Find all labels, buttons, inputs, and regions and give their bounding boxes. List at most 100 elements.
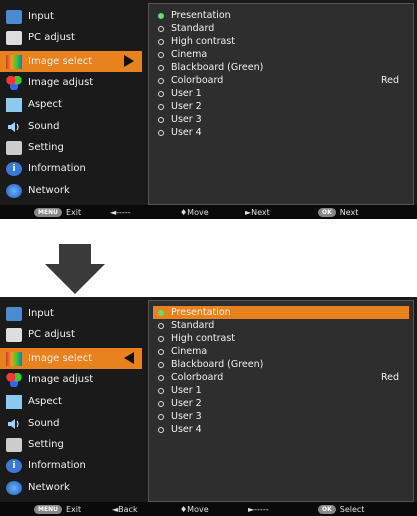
menu-item-information[interactable]: i Information xyxy=(0,158,142,179)
menu-item-information[interactable]: i Information xyxy=(0,455,142,476)
option-colorboard[interactable]: Colorboard Red xyxy=(153,371,409,384)
option-user-2[interactable]: User 2 xyxy=(153,397,409,410)
pc-adjust-icon xyxy=(6,327,22,342)
menu-item-label: Input xyxy=(28,308,54,319)
radio-icon xyxy=(158,77,164,84)
move-label: ♦Move xyxy=(180,504,209,514)
menu-item-sound[interactable]: Sound xyxy=(0,116,142,137)
option-blackboard-green[interactable]: Blackboard (Green) xyxy=(153,61,409,74)
sound-icon xyxy=(6,417,22,431)
option-user-4[interactable]: User 4 xyxy=(153,423,409,436)
option-label: Standard xyxy=(171,23,215,34)
move-hint: ♦Move xyxy=(180,503,209,515)
radio-icon xyxy=(158,116,164,123)
image-select-options-panel: Presentation Standard High contrast Cine… xyxy=(148,300,414,502)
menu-item-sound[interactable]: Sound xyxy=(0,413,142,434)
option-label: User 2 xyxy=(171,398,202,409)
radio-icon xyxy=(158,400,164,407)
ok-button-icon: OK xyxy=(318,207,336,217)
exit-label: Exit xyxy=(65,504,82,514)
menu-item-network[interactable]: Network xyxy=(0,477,142,498)
option-standard[interactable]: Standard xyxy=(153,319,409,332)
input-icon xyxy=(6,306,22,321)
option-label: User 3 xyxy=(171,114,202,125)
menu-item-image-adjust[interactable]: Image adjust xyxy=(0,72,142,93)
option-high-contrast[interactable]: High contrast xyxy=(153,332,409,345)
menu-screen-bottom: Input PC adjust Image select Image adjus… xyxy=(0,297,417,516)
back-label: ◄Back xyxy=(112,504,138,514)
option-label: User 4 xyxy=(171,127,202,138)
network-icon xyxy=(6,183,22,198)
menu-button-icon: MENU xyxy=(34,504,62,514)
radio-icon xyxy=(158,51,164,58)
radio-icon xyxy=(158,426,164,433)
menu-item-input[interactable]: Input xyxy=(0,6,142,27)
menu-item-label: Sound xyxy=(28,418,60,429)
option-standard[interactable]: Standard xyxy=(153,22,409,35)
menu-item-label: Image select xyxy=(28,353,93,364)
option-cinema[interactable]: Cinema xyxy=(153,48,409,61)
option-label: Cinema xyxy=(171,49,208,60)
option-label: Colorboard xyxy=(171,372,224,383)
option-colorboard[interactable]: Colorboard Red xyxy=(153,74,409,87)
menu-item-setting[interactable]: Setting xyxy=(0,434,142,455)
menu-item-input[interactable]: Input xyxy=(0,303,142,324)
menu-item-label: Information xyxy=(28,460,86,471)
menu-item-label: Sound xyxy=(28,121,60,132)
option-user-4[interactable]: User 4 xyxy=(153,126,409,139)
option-label: High contrast xyxy=(171,36,236,47)
option-presentation[interactable]: Presentation xyxy=(153,306,409,319)
menu-item-label: Information xyxy=(28,163,86,174)
option-label: User 4 xyxy=(171,424,202,435)
back-label: ◄----- xyxy=(110,207,131,217)
radio-icon xyxy=(158,374,164,381)
radio-icon xyxy=(158,335,164,342)
radio-icon xyxy=(158,64,164,71)
move-hint: ♦Move xyxy=(180,206,209,218)
option-high-contrast[interactable]: High contrast xyxy=(153,35,409,48)
option-blackboard-green[interactable]: Blackboard (Green) xyxy=(153,358,409,371)
option-label: Standard xyxy=(171,320,215,331)
next-label: ►Next xyxy=(245,207,270,217)
menu-item-pc-adjust[interactable]: PC adjust xyxy=(0,324,142,345)
option-label: Cinema xyxy=(171,346,208,357)
image-adjust-icon xyxy=(6,75,22,90)
arrow-right-icon xyxy=(124,55,134,67)
menu-item-setting[interactable]: Setting xyxy=(0,137,142,158)
option-label: Presentation xyxy=(171,307,231,318)
ok-hint: OK Next xyxy=(318,206,358,218)
menu-item-pc-adjust[interactable]: PC adjust xyxy=(0,27,142,48)
menu-item-label: Aspect xyxy=(28,99,62,110)
radio-icon xyxy=(158,38,164,45)
menu-item-aspect[interactable]: Aspect xyxy=(0,391,142,412)
option-presentation[interactable]: Presentation xyxy=(153,9,409,22)
radio-icon xyxy=(158,322,164,329)
menu-item-label: Image select xyxy=(28,56,93,67)
next-hint: ►----- xyxy=(248,503,269,515)
ok-button-icon: OK xyxy=(318,504,336,514)
menu-item-image-adjust[interactable]: Image adjust xyxy=(0,369,142,390)
option-user-1[interactable]: User 1 xyxy=(153,384,409,397)
next-hint: ►Next xyxy=(245,206,270,218)
menu-item-image-select[interactable]: Image select xyxy=(0,51,142,72)
option-user-2[interactable]: User 2 xyxy=(153,100,409,113)
menu-item-network[interactable]: Network xyxy=(0,180,142,201)
option-user-3[interactable]: User 3 xyxy=(153,410,409,423)
image-select-icon xyxy=(6,54,22,69)
image-select-icon xyxy=(6,351,22,366)
option-label: User 1 xyxy=(171,88,202,99)
menu-item-aspect[interactable]: Aspect xyxy=(0,94,142,115)
information-icon: i xyxy=(6,458,22,473)
menu-item-image-select[interactable]: Image select xyxy=(0,348,142,369)
back-hint: ◄----- xyxy=(110,206,131,218)
menu-item-label: Network xyxy=(28,185,70,196)
menu-item-label: Image adjust xyxy=(28,374,94,385)
option-user-3[interactable]: User 3 xyxy=(153,113,409,126)
option-user-1[interactable]: User 1 xyxy=(153,87,409,100)
image-select-options-panel: Presentation Standard High contrast Cine… xyxy=(148,3,414,205)
radio-icon xyxy=(158,25,164,32)
option-cinema[interactable]: Cinema xyxy=(153,345,409,358)
image-adjust-icon xyxy=(6,372,22,387)
radio-icon xyxy=(158,361,164,368)
main-menu-sidebar: Input PC adjust Image select Image adjus… xyxy=(0,297,148,502)
